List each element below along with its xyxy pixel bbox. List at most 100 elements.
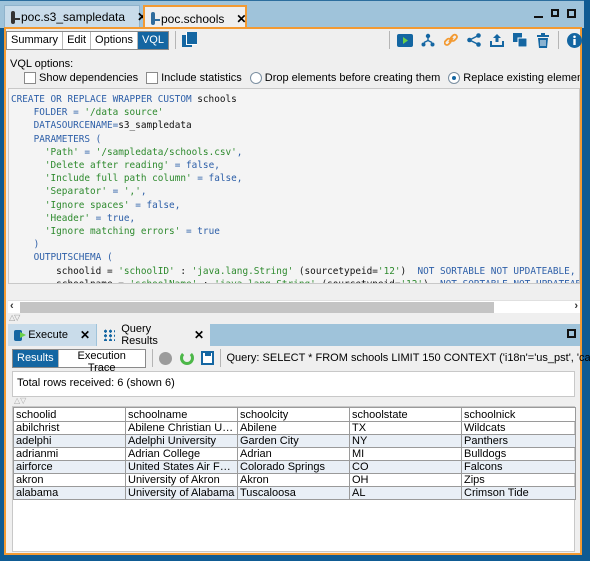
- action-toolbar: [389, 30, 582, 50]
- cell-schoolnick[interactable]: Wildcats: [461, 421, 576, 435]
- execution-trace-button[interactable]: Execution Trace: [58, 349, 145, 374]
- minimize-icon[interactable]: [534, 9, 543, 18]
- cell-schoolid[interactable]: airforce: [13, 460, 126, 474]
- code-horizontal-scrollbar[interactable]: ‹ ›: [8, 300, 580, 313]
- delete-icon[interactable]: [535, 32, 551, 48]
- cell-schoolstate[interactable]: TX: [349, 421, 462, 435]
- share-icon[interactable]: [466, 32, 482, 48]
- scroll-left-icon[interactable]: ‹: [10, 300, 14, 312]
- table-row[interactable]: alabama University of Alabama Tuscaloosa AL…: [13, 486, 576, 500]
- cell-schoolcity[interactable]: Adrian: [237, 447, 350, 461]
- cell-schoolname[interactable]: Adelphi University: [125, 434, 238, 448]
- dependencies-icon[interactable]: [420, 32, 436, 48]
- table-row[interactable]: adelphi Adelphi University Garden City NY Pa…: [13, 434, 576, 448]
- table-row[interactable]: akron University of Akron Akron OH Zips: [13, 473, 576, 487]
- options-button[interactable]: Options: [91, 31, 138, 49]
- cell-schoolcity[interactable]: Tuscaloosa: [237, 486, 350, 500]
- column-header-schoolname[interactable]: schoolname: [125, 407, 238, 422]
- scroll-right-icon[interactable]: ›: [574, 300, 578, 312]
- cell-schoolstate[interactable]: NY: [349, 434, 462, 448]
- cell-schoolstate[interactable]: MI: [349, 447, 462, 461]
- checkbox[interactable]: [24, 72, 36, 84]
- close-icon[interactable]: ✕: [194, 328, 204, 342]
- show-dependencies-checkbox[interactable]: Show dependencies: [24, 72, 138, 84]
- execute-icon[interactable]: [397, 32, 413, 48]
- close-icon[interactable]: ✕: [236, 12, 246, 26]
- checkbox[interactable]: [146, 72, 159, 84]
- table-row[interactable]: abilchristAbilene Christian Univer...Abi…: [13, 421, 576, 435]
- tab-s3-sampledata[interactable]: poc.s3_sampledata ✕: [4, 5, 147, 28]
- vql-code-editor[interactable]: CREATE OR REPLACE WRAPPER CUSTOM schools…: [8, 88, 580, 284]
- cell-schoolstate[interactable]: CO: [349, 460, 462, 474]
- vql-button[interactable]: VQL: [137, 31, 168, 49]
- code-token: 'Delete after reading': [44, 160, 170, 172]
- cell-schoolname[interactable]: University of Akron: [125, 473, 238, 487]
- cell-schoolname[interactable]: Adrian College: [125, 447, 238, 461]
- results-table-container: schoolid schoolname schoolcity schoolstate s…: [12, 406, 576, 552]
- maximize-icon[interactable]: [567, 9, 576, 18]
- include-statistics-checkbox[interactable]: Include statistics: [146, 72, 242, 84]
- window-controls: [534, 9, 576, 18]
- scrollbar-thumb[interactable]: [20, 302, 494, 313]
- column-header-schoolnick[interactable]: schoolnick: [461, 407, 576, 422]
- drop-elements-radio[interactable]: Drop elements before creating them: [249, 72, 441, 84]
- restore-icon[interactable]: [551, 9, 559, 17]
- copy-icon[interactable]: [181, 32, 197, 48]
- cell-schoolid[interactable]: abilchrist: [13, 421, 126, 435]
- column-header-schoolstate[interactable]: schoolstate: [349, 407, 462, 422]
- cell-schoolname[interactable]: United States Air Force ...: [125, 460, 238, 474]
- cell-schoolnick[interactable]: Falcons: [461, 460, 576, 474]
- code-token: 'schoolName': [130, 279, 198, 283]
- close-icon[interactable]: ✕: [80, 328, 90, 342]
- cell-schoolid[interactable]: adrianmi: [13, 447, 126, 461]
- info-icon[interactable]: [566, 32, 582, 48]
- maximize-panel-icon[interactable]: [567, 329, 576, 338]
- cell-schoolnick[interactable]: Panthers: [461, 434, 576, 448]
- code-line: 'Delete after reading' = false,: [11, 159, 577, 172]
- cell-schoolnick[interactable]: Bulldogs: [461, 447, 576, 461]
- cell-schoolname[interactable]: Abilene Christian Univer...: [125, 421, 238, 435]
- option-label: Drop elements before creating them: [264, 72, 441, 84]
- code-token: 'schoolID': [118, 265, 175, 277]
- column-header-schoolcity[interactable]: schoolcity: [237, 407, 350, 422]
- cell-schoolcity[interactable]: Akron: [237, 473, 350, 487]
- code-token: ,: [236, 146, 243, 158]
- tab-query-results[interactable]: Query Results ✕: [97, 323, 210, 347]
- cell-schoolcity[interactable]: Garden City: [237, 434, 350, 448]
- option-label: Replace existing elements: [463, 72, 580, 84]
- save-icon[interactable]: [200, 351, 215, 365]
- cell-schoolnick[interactable]: Crimson Tide: [461, 486, 576, 500]
- clone-icon[interactable]: [512, 32, 528, 48]
- code-token: '12': [400, 279, 423, 283]
- cell-schoolname[interactable]: University of Alabama: [125, 486, 238, 500]
- cell-schoolid[interactable]: alabama: [13, 486, 126, 500]
- replace-existing-radio[interactable]: Replace existing elements: [448, 72, 580, 84]
- link-icon[interactable]: [443, 32, 459, 48]
- summary-button[interactable]: Summary: [7, 31, 64, 49]
- cell-schoolcity[interactable]: Abilene: [237, 421, 350, 435]
- cell-schoolid[interactable]: adelphi: [13, 434, 126, 448]
- refresh-icon[interactable]: [179, 351, 194, 365]
- radio-selected[interactable]: [448, 72, 461, 84]
- export-icon[interactable]: [489, 32, 505, 48]
- radio[interactable]: [249, 72, 262, 84]
- tab-execute[interactable]: Execute ✕: [8, 324, 96, 346]
- table-row[interactable]: airforceUnited States Air Force ...Color…: [13, 460, 576, 474]
- code-token: OUTPUTSCHEMA (: [33, 252, 113, 264]
- split-divider-arrows[interactable]: △▽: [9, 313, 20, 322]
- cell-schoolcity[interactable]: Colorado Springs: [237, 460, 350, 474]
- results-button[interactable]: Results: [13, 349, 59, 367]
- split-divider-arrows[interactable]: △▽: [14, 396, 26, 405]
- table-row[interactable]: adrianmi Adrian College Adrian MI Bulldogs: [13, 447, 576, 461]
- toolbar-separator: [220, 349, 222, 367]
- edit-button[interactable]: Edit: [63, 31, 92, 49]
- cell-schoolnick[interactable]: Zips: [461, 473, 576, 487]
- cell-schoolstate[interactable]: AL: [349, 486, 462, 500]
- stop-icon[interactable]: [158, 351, 172, 365]
- cell-schoolstate[interactable]: OH: [349, 473, 462, 487]
- column-header-schoolid[interactable]: schoolid: [13, 407, 126, 422]
- cell-schoolid[interactable]: akron: [13, 473, 126, 487]
